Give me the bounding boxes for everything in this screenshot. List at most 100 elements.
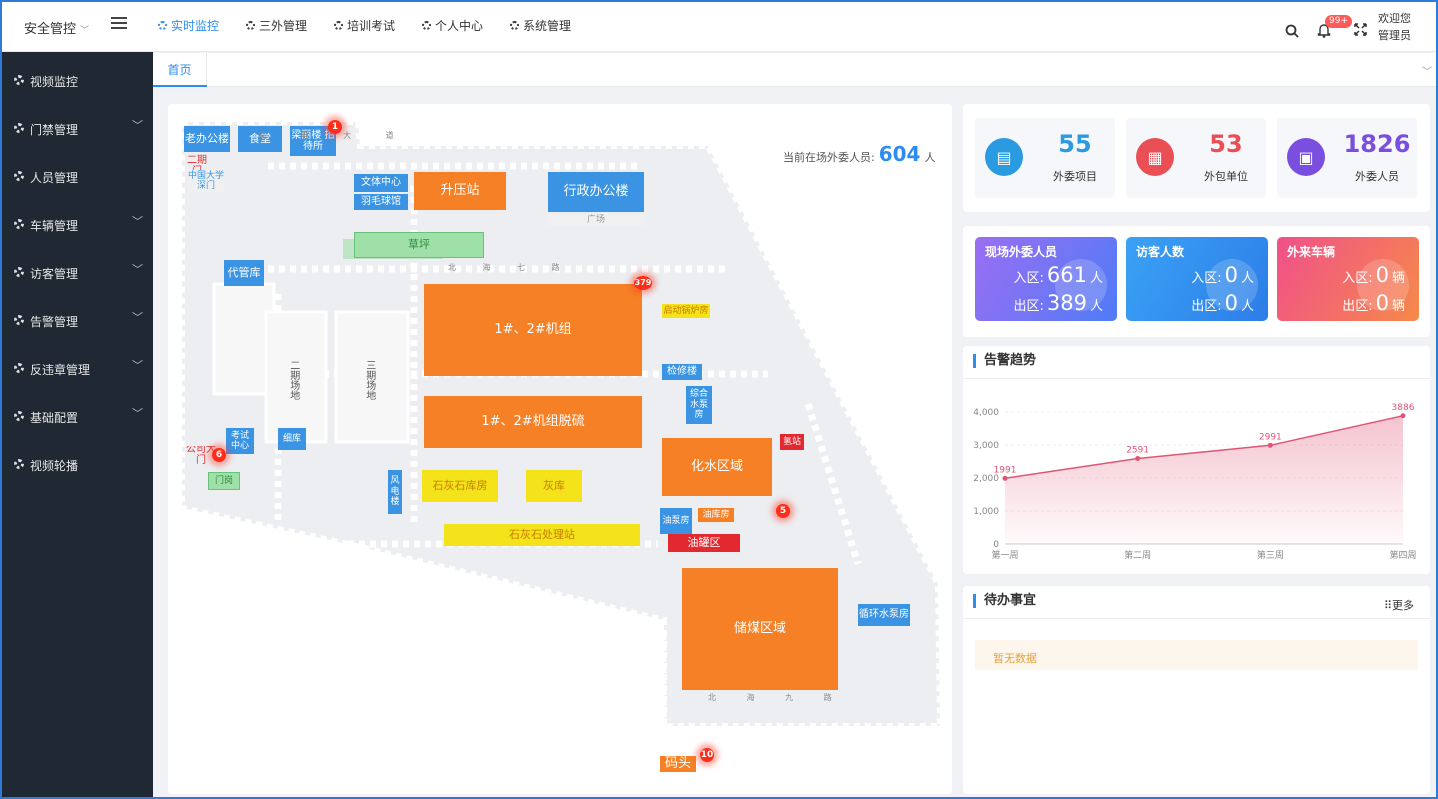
card-external-vehicles[interactable]: 外来车辆 入区: 0 辆 出区: 0 辆 xyxy=(1277,237,1419,321)
gear-icon xyxy=(14,315,24,325)
alert-pin[interactable]: 1 xyxy=(328,120,342,134)
building-hydrogen-station[interactable]: 氢站 xyxy=(780,434,804,450)
building-old-office[interactable]: 老办公楼 xyxy=(184,126,230,152)
building-limestone-storage[interactable]: 石灰石库房 xyxy=(422,470,498,502)
alert-pin[interactable]: 379 xyxy=(634,276,652,290)
entry-row: 入区: 661 人 xyxy=(1013,263,1104,287)
gate-north[interactable]: 中国大学 深门 xyxy=(188,170,224,192)
building-water-pump[interactable]: 综合水泵房 xyxy=(686,386,712,424)
more-link[interactable]: ⠿更多 xyxy=(1384,597,1414,613)
stat-outsource-projects[interactable]: ▤ 55 外委项目 xyxy=(975,118,1115,198)
welcome-text: 欢迎您 xyxy=(1378,12,1411,25)
brand-dropdown[interactable]: 安全管控 ﹀ xyxy=(24,18,89,37)
menu-fold-icon[interactable] xyxy=(111,17,127,31)
gear-icon xyxy=(14,123,24,133)
stat-value: 53 xyxy=(1209,130,1243,158)
area-limestone-processing[interactable]: 石灰石处理站 xyxy=(444,524,640,546)
stat-value: 55 xyxy=(1058,130,1092,158)
sidebar-item-alarms[interactable]: 告警管理 ﹀ xyxy=(0,295,153,343)
card-onsite-outsource[interactable]: 现场外委人员 入区: 661 人 出区: 389 人 xyxy=(975,237,1117,321)
building-sports-center[interactable]: 文体中心 xyxy=(354,174,408,192)
nav-personal-center[interactable]: 个人中心 xyxy=(422,17,483,34)
sidebar-item-video-monitor[interactable]: 视频监控 xyxy=(0,55,153,103)
chevron-down-icon: ﹀ xyxy=(80,26,90,36)
x-tick-label: 第一周 xyxy=(991,549,1018,561)
card-visitors[interactable]: 访客人数 入区: 0 人 出区: 0 人 xyxy=(1126,237,1268,321)
sidebar-item-visitors[interactable]: 访客管理 ﹀ xyxy=(0,247,153,295)
building-oil-storage[interactable]: 油库房 xyxy=(698,508,734,522)
stat-contract-units[interactable]: ▦ 53 外包单位 xyxy=(1126,118,1266,198)
chevron-down-icon: ﹀ xyxy=(132,359,143,372)
nav-realtime-monitor[interactable]: 实时监控 xyxy=(158,17,219,34)
building-small-depot[interactable]: 细库 xyxy=(278,428,306,450)
occupancy-readout: 当前在场外委人员: 604 人 xyxy=(783,142,935,166)
area-units-1-2[interactable]: 1#、2#机组 xyxy=(424,284,642,376)
data-label: 1991 xyxy=(994,465,1017,475)
y-tick-label: 0 xyxy=(993,540,999,550)
data-point xyxy=(1135,455,1141,461)
stat-label: 外包单位 xyxy=(1204,170,1248,183)
building-maintenance[interactable]: 检修楼 xyxy=(662,364,702,380)
building-admin-office[interactable]: 行政办公楼 xyxy=(548,172,644,212)
sidebar-item-violations[interactable]: 反违章管理 ﹀ xyxy=(0,343,153,391)
chevron-down-icon: ﹀ xyxy=(132,311,143,324)
sidebar-item-access-control[interactable]: 门禁管理 ﹀ xyxy=(0,103,153,151)
building-wind-power[interactable]: 风电楼 xyxy=(388,470,402,514)
area-chemical-water[interactable]: 化水区域 xyxy=(662,438,772,496)
id-card-icon: ▣ xyxy=(1287,138,1325,176)
card-title: 现场外委人员 xyxy=(985,245,1058,259)
building-startup-boiler[interactable]: 启动锅炉房 xyxy=(662,304,710,318)
chevron-down-icon: ﹀ xyxy=(132,119,143,132)
gear-icon xyxy=(14,411,24,421)
building-depot[interactable]: 代管库 xyxy=(224,260,264,286)
building-oil-pump[interactable]: 油泵房 xyxy=(660,508,692,534)
site-map-panel: 当前在场外委人员:604人 老办公楼 食堂 梁丽楼 招待所 二期 门 中国大学 … xyxy=(168,104,952,794)
sidebar-item-video-carousel[interactable]: 视频轮播 xyxy=(0,439,153,487)
area-units-1-2-desulfurization[interactable]: 1#、2#机组脱硫 xyxy=(424,396,642,448)
dock[interactable]: 码头 xyxy=(660,756,696,772)
card-title: 访客人数 xyxy=(1136,245,1185,259)
sidebar-item-basic-config[interactable]: 基础配置 ﹀ xyxy=(0,391,153,439)
tab-home[interactable]: 首页 xyxy=(153,53,207,87)
building-exam-center[interactable]: 考试 中心 xyxy=(226,428,254,454)
gear-icon xyxy=(510,21,519,30)
occupancy-unit: 人 xyxy=(924,151,936,164)
alert-pin[interactable]: 5 xyxy=(776,504,790,518)
sidebar-item-personnel[interactable]: 人员管理 xyxy=(0,151,153,199)
nav-outsource-management[interactable]: 三外管理 xyxy=(246,17,307,34)
area-coal-storage[interactable]: 储煤区域 xyxy=(682,568,838,690)
entry-row: 入区: 0 人 xyxy=(1191,263,1254,287)
stat-label: 外委人员 xyxy=(1355,170,1399,183)
building-circulating-pump[interactable]: 循环水泵房 xyxy=(858,604,910,626)
stat-outsource-staff[interactable]: ▣ 1826 外委人员 xyxy=(1277,118,1417,198)
data-point xyxy=(1267,442,1273,448)
alert-pin[interactable]: 6 xyxy=(212,448,226,462)
building-badminton-hall[interactable]: 羽毛球馆 xyxy=(354,194,408,210)
nav-system-management[interactable]: 系统管理 xyxy=(510,17,571,34)
username: 管理员 xyxy=(1378,29,1411,42)
card-title: 外来车辆 xyxy=(1287,245,1336,259)
chevron-down-icon[interactable]: ﹀ xyxy=(1422,63,1432,78)
data-label: 3886 xyxy=(1392,403,1415,413)
building-ash-storage[interactable]: 灰库 xyxy=(526,470,582,502)
data-point xyxy=(1002,475,1008,481)
search-icon[interactable] xyxy=(1285,24,1299,38)
chevron-down-icon: ﹀ xyxy=(132,263,143,276)
gear-icon xyxy=(14,363,24,373)
road-label: 北 海 九 路 xyxy=(708,693,846,702)
y-tick-label: 1,000 xyxy=(973,507,999,517)
building-icon: ▦ xyxy=(1136,138,1174,176)
building-booster-station[interactable]: 升压站 xyxy=(414,172,506,210)
exit-count: 389 xyxy=(1046,291,1087,315)
sidebar-item-vehicles[interactable]: 车辆管理 ﹀ xyxy=(0,199,153,247)
nav-training-exam[interactable]: 培训考试 xyxy=(334,17,395,34)
plaza: 广场 xyxy=(548,214,644,226)
notification-badge: 99+ xyxy=(1325,15,1352,28)
gear-icon xyxy=(246,21,255,30)
fullscreen-icon[interactable] xyxy=(1354,23,1367,36)
panel-title: 告警趋势 xyxy=(973,354,1036,368)
gear-icon xyxy=(14,75,24,85)
area-oil-tanks[interactable]: 油罐区 xyxy=(668,534,740,552)
alert-pin[interactable]: 10 xyxy=(700,748,714,762)
user-menu[interactable]: 欢迎您 管理员 xyxy=(1378,10,1411,44)
